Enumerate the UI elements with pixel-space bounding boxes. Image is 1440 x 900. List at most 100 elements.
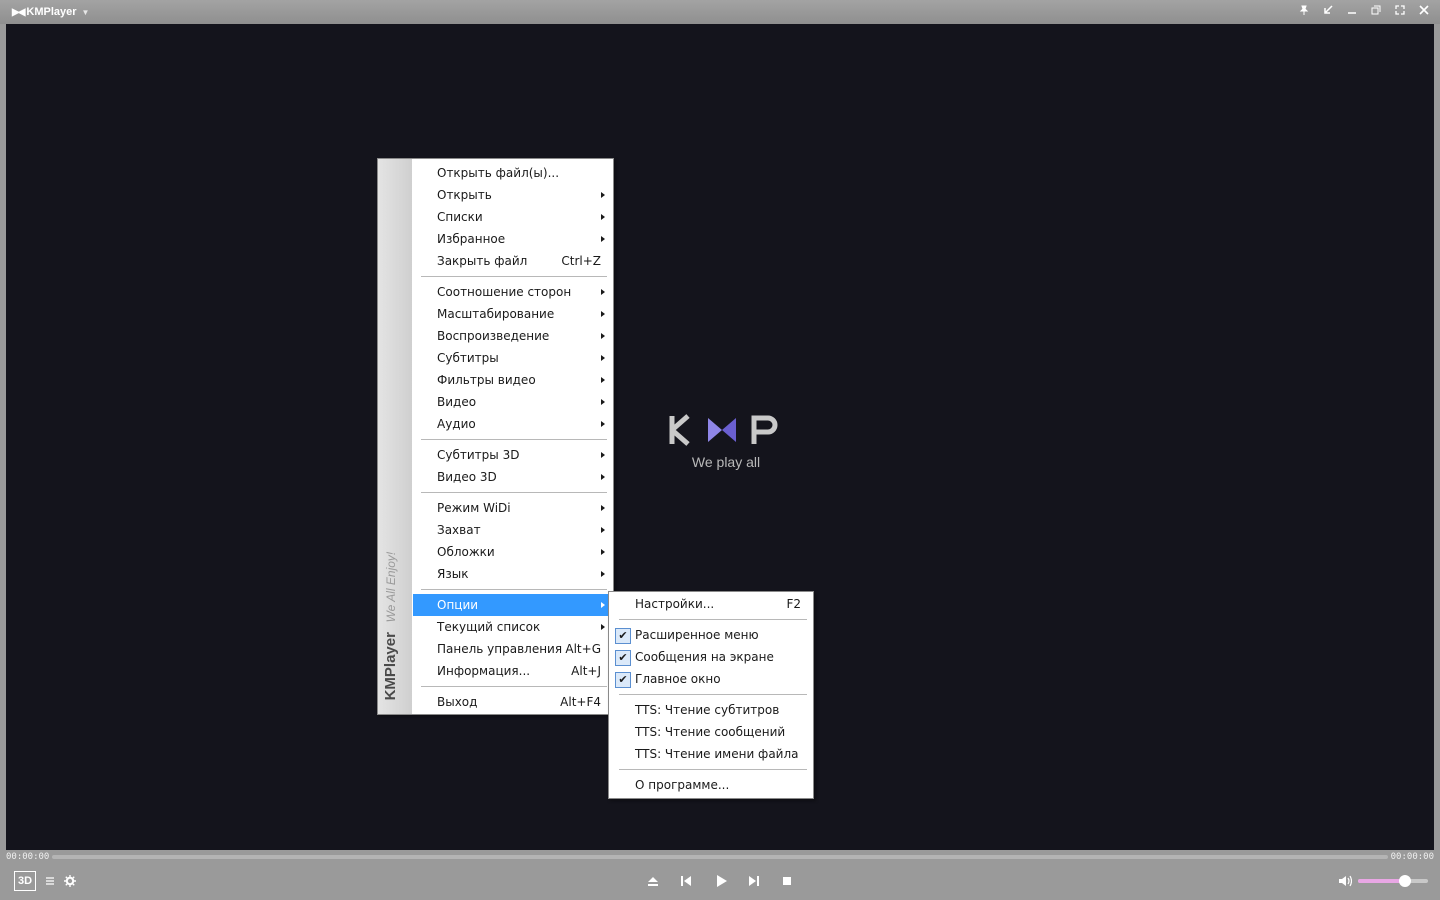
submenu-item[interactable]: ✔ Главное окно xyxy=(611,668,813,690)
submenu-arrow-icon xyxy=(601,527,605,533)
checkmark-icon: ✔ xyxy=(615,628,631,644)
3d-button[interactable]: 3D xyxy=(14,871,36,891)
submenu-arrow-icon xyxy=(601,377,605,383)
close-icon xyxy=(1419,5,1429,15)
menu-item-shortcut: Ctrl+Z xyxy=(561,254,601,268)
submenu-item-label: TTS: Чтение сообщений xyxy=(635,725,786,739)
minimize-button[interactable] xyxy=(1342,3,1362,21)
menu-item[interactable]: Субтитры xyxy=(413,347,613,369)
volume-handle[interactable] xyxy=(1398,875,1411,887)
submenu-item-label: Настройки... xyxy=(635,597,715,611)
menu-separator xyxy=(421,589,607,590)
menu-item[interactable]: Открыть xyxy=(413,184,613,206)
menu-item[interactable]: Масштабирование xyxy=(413,303,613,325)
previous-icon xyxy=(681,876,691,886)
menu-item-label: Фильтры видео xyxy=(437,373,536,387)
menu-item[interactable]: Язык xyxy=(413,563,613,585)
menu-item[interactable]: Списки xyxy=(413,206,613,228)
submenu-item[interactable]: TTS: Чтение субтитров xyxy=(611,699,813,721)
options-submenu: Настройки... F2 ✔ Расширенное меню ✔ Сообщени… xyxy=(608,591,814,799)
submenu-arrow-icon xyxy=(601,399,605,405)
menu-item[interactable]: Видео 3D xyxy=(413,466,613,488)
menu-item-label: Списки xyxy=(437,210,483,224)
mute-button[interactable] xyxy=(1337,872,1353,890)
play-button[interactable] xyxy=(712,872,730,890)
previous-button[interactable] xyxy=(678,872,694,890)
play-icon xyxy=(717,875,727,887)
next-button[interactable] xyxy=(746,872,762,890)
submenu-item-label: О программе... xyxy=(635,778,730,792)
submenu-item-shortcut: F2 xyxy=(786,597,801,611)
submenu-item[interactable]: TTS: Чтение имени файла xyxy=(611,743,813,765)
playlist-icon xyxy=(46,877,54,885)
next-icon xyxy=(749,876,759,886)
menu-item[interactable]: Воспроизведение xyxy=(413,325,613,347)
stop-button[interactable] xyxy=(780,872,794,890)
playlist-button[interactable] xyxy=(44,872,56,890)
menu-item-label: Видео 3D xyxy=(437,470,497,484)
pin-button[interactable] xyxy=(1294,3,1314,21)
menu-item[interactable]: Избранное xyxy=(413,228,613,250)
time-total: 00:00:00 xyxy=(1390,852,1434,862)
menu-side-branding: KMPlayer We All Enjoy! xyxy=(382,552,399,700)
menu-item[interactable]: Видео xyxy=(413,391,613,413)
menu-item-label: Обложки xyxy=(437,545,495,559)
restore-down-button[interactable] xyxy=(1318,3,1338,21)
eject-button[interactable] xyxy=(645,872,661,890)
kmp-logo: We play all xyxy=(666,412,786,470)
menu-item[interactable]: Выход Alt+F4 xyxy=(413,691,613,713)
pin-icon xyxy=(1299,5,1309,15)
menu-item[interactable]: Захват xyxy=(413,519,613,541)
submenu-arrow-icon xyxy=(601,333,605,339)
menu-item[interactable]: Обложки xyxy=(413,541,613,563)
kmp-logo-icon xyxy=(669,414,778,446)
fullscreen-button[interactable] xyxy=(1390,3,1410,21)
menu-item-label: Аудио xyxy=(437,417,476,431)
menu-item[interactable]: Аудио xyxy=(413,413,613,435)
menu-item[interactable]: Информация... Alt+J xyxy=(413,660,613,682)
settings-button[interactable] xyxy=(63,872,77,890)
submenu-item[interactable]: Настройки... F2 xyxy=(611,593,813,615)
app-menu-button[interactable]: ▶◀ KMPlayer ▼ xyxy=(12,5,89,19)
menu-item[interactable]: Открыть файл(ы)... xyxy=(413,162,613,184)
menu-slogan: We All Enjoy! xyxy=(384,551,398,623)
menu-separator xyxy=(619,694,807,695)
menu-item[interactable]: Панель управления Alt+G xyxy=(413,638,613,660)
submenu-item[interactable]: ✔ Расширенное меню xyxy=(611,624,813,646)
menu-item[interactable]: Соотношение сторон xyxy=(413,281,613,303)
menu-side-strip: KMPlayer We All Enjoy! xyxy=(378,159,412,714)
menu-item[interactable]: Фильтры видео xyxy=(413,369,613,391)
submenu-arrow-icon xyxy=(601,421,605,427)
submenu-item[interactable]: О программе... xyxy=(611,774,813,796)
minimize-icon xyxy=(1348,12,1356,14)
checkmark-icon: ✔ xyxy=(615,672,631,688)
checkmark-icon: ✔ xyxy=(615,650,631,666)
submenu-item-label: Расширенное меню xyxy=(635,628,759,642)
submenu-item[interactable]: ✔ Сообщения на экране xyxy=(611,646,813,668)
menu-item-label: Информация... xyxy=(437,664,531,678)
app-name: KMPlayer xyxy=(26,6,77,18)
volume-slider[interactable] xyxy=(1358,875,1428,887)
menu-item[interactable]: Текущий список xyxy=(413,616,613,638)
submenu-arrow-icon xyxy=(601,505,605,511)
menu-item-label: Открыть xyxy=(437,188,492,202)
menu-item[interactable]: Субтитры 3D xyxy=(413,444,613,466)
options-submenu-items: Настройки... F2 ✔ Расширенное меню ✔ Сообщени… xyxy=(611,593,813,796)
menu-item[interactable]: Опции xyxy=(413,594,613,616)
seek-bar[interactable] xyxy=(52,855,1388,859)
tagline: We play all xyxy=(691,454,761,470)
menu-item[interactable]: Режим WiDi xyxy=(413,497,613,519)
submenu-item[interactable]: TTS: Чтение сообщений xyxy=(611,721,813,743)
volume-fill xyxy=(1358,879,1405,883)
menu-item-label: Выход xyxy=(437,695,478,709)
close-button[interactable] xyxy=(1414,3,1434,21)
menu-item-label: Субтитры 3D xyxy=(437,448,520,462)
time-elapsed: 00:00:00 xyxy=(6,852,50,862)
menu-item-label: Панель управления xyxy=(437,642,563,656)
window-mode-button[interactable] xyxy=(1366,3,1386,21)
menu-separator xyxy=(619,769,807,770)
title-bar: ▶◀ KMPlayer ▼ xyxy=(0,0,1440,24)
menu-item[interactable]: Закрыть файл Ctrl+Z xyxy=(413,250,613,272)
menu-item-label: Масштабирование xyxy=(437,307,555,321)
submenu-arrow-icon xyxy=(601,289,605,295)
